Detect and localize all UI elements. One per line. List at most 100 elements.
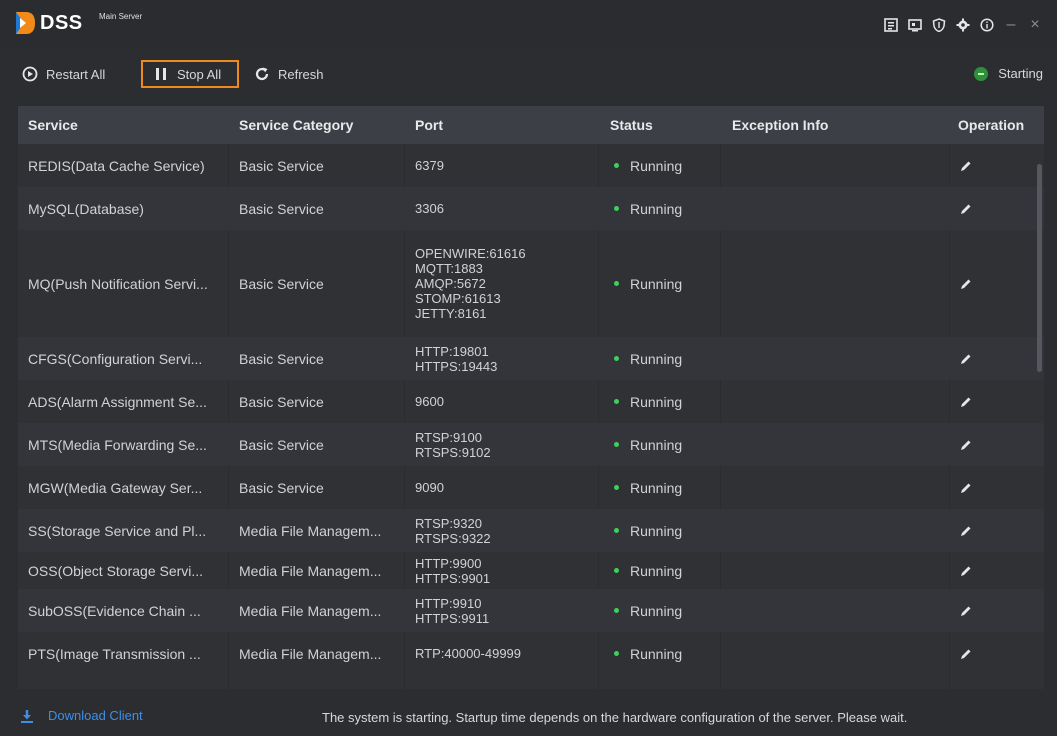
status-cell: Running bbox=[610, 423, 720, 466]
operation-cell bbox=[960, 589, 1020, 632]
stop-all-button[interactable]: Stop All bbox=[141, 60, 239, 88]
running-status-dot-icon bbox=[614, 485, 619, 490]
service-name-cell: MySQL(Database) bbox=[28, 200, 144, 217]
log-icon[interactable] bbox=[879, 14, 903, 36]
table-row[interactable]: MTS(Media Forwarding Se... Basic Service R… bbox=[18, 423, 1044, 466]
service-name-cell: SubOSS(Evidence Chain ... bbox=[28, 602, 201, 619]
status-label: Running bbox=[630, 157, 683, 174]
port-cell: 9600 bbox=[415, 380, 595, 423]
edit-icon[interactable] bbox=[960, 648, 972, 660]
table-row[interactable]: MGW(Media Gateway Ser... Basic Service 909… bbox=[18, 466, 1044, 509]
port-value: 9600 bbox=[415, 394, 444, 409]
table-row[interactable]: SubOSS(Evidence Chain ... Media File Mana… bbox=[18, 589, 1044, 632]
edit-icon[interactable] bbox=[960, 203, 972, 215]
table-row[interactable]: OSS(Object Storage Servi... Media File Ma… bbox=[18, 552, 1044, 589]
status-label: Running bbox=[630, 479, 683, 496]
status-label: Running bbox=[630, 350, 683, 367]
refresh-button[interactable]: Refresh bbox=[254, 60, 324, 88]
running-status-dot-icon bbox=[614, 163, 619, 168]
edit-icon[interactable] bbox=[960, 353, 972, 365]
download-client-link[interactable]: Download Client bbox=[20, 708, 143, 723]
running-status-dot-icon bbox=[614, 356, 619, 361]
exception-info-cell bbox=[732, 187, 942, 230]
table-row[interactable]: REDIS(Data Cache Service) Basic Service 63… bbox=[18, 144, 1044, 187]
table-row[interactable]: PTS(Image Transmission ... Media File Man… bbox=[18, 632, 1044, 675]
edit-icon[interactable] bbox=[960, 439, 972, 451]
operation-cell bbox=[960, 423, 1020, 466]
close-icon[interactable]: × bbox=[1023, 14, 1047, 36]
status-label: Running bbox=[630, 522, 683, 539]
table-row[interactable]: CFGS(Configuration Servi... Basic Service… bbox=[18, 337, 1044, 380]
column-header-service[interactable]: Service bbox=[28, 106, 78, 144]
exception-info-cell bbox=[732, 632, 942, 675]
port-value: HTTPS:9901 bbox=[415, 570, 491, 586]
port-cell: RTSP:9100 RTSPS:9102 bbox=[415, 423, 595, 466]
exception-info-cell bbox=[732, 380, 942, 423]
column-header-port[interactable]: Port bbox=[415, 106, 443, 144]
gear-icon[interactable] bbox=[951, 14, 975, 36]
restart-all-label: Restart All bbox=[46, 66, 106, 82]
status-label: Running bbox=[630, 645, 683, 662]
port-value: 9090 bbox=[415, 480, 444, 495]
service-name-cell: REDIS(Data Cache Service) bbox=[28, 157, 205, 174]
monitor-icon[interactable] bbox=[903, 14, 927, 36]
column-header-operation[interactable]: Operation bbox=[958, 106, 1024, 144]
port-value: OPENWIRE:61616 bbox=[415, 246, 526, 261]
service-name-cell: MQ(Push Notification Servi... bbox=[28, 275, 208, 292]
edit-icon[interactable] bbox=[960, 565, 972, 577]
table-row[interactable]: MQ(Push Notification Servi... Basic Servi… bbox=[18, 230, 1044, 337]
dss-logo-icon bbox=[16, 12, 35, 34]
service-category-cell: Basic Service bbox=[239, 479, 324, 496]
download-client-label: Download Client bbox=[48, 708, 143, 723]
exception-info-cell bbox=[732, 423, 942, 466]
status-label: Running bbox=[630, 562, 683, 579]
running-status-dot-icon bbox=[614, 568, 619, 573]
table-row[interactable]: SS(Storage Service and Pl... Media File M… bbox=[18, 509, 1044, 552]
port-value: RTSP:9100 bbox=[415, 429, 482, 445]
starting-status-icon bbox=[974, 66, 989, 81]
service-category-cell: Basic Service bbox=[239, 275, 324, 292]
toolbar: Restart All Stop All Refresh Starting bbox=[0, 56, 1057, 96]
port-value: 6379 bbox=[415, 158, 444, 173]
restart-all-button[interactable]: Restart All bbox=[22, 60, 105, 88]
status-cell: Running bbox=[610, 509, 720, 552]
column-header-category[interactable]: Service Category bbox=[239, 106, 353, 144]
port-value: RTSPS:9322 bbox=[415, 530, 491, 546]
status-cell: Running bbox=[610, 230, 720, 337]
table-scrollbar[interactable] bbox=[1037, 164, 1042, 372]
running-status-dot-icon bbox=[614, 608, 619, 613]
port-value: RTP:40000-49999 bbox=[415, 646, 522, 661]
edit-icon[interactable] bbox=[960, 278, 972, 290]
port-value: STOMP:61613 bbox=[415, 291, 501, 306]
edit-icon[interactable] bbox=[960, 160, 972, 172]
port-cell: RTP:40000-49999 bbox=[415, 632, 595, 675]
status-cell: Running bbox=[610, 552, 720, 589]
port-cell: HTTP:9900 HTTPS:9901 bbox=[415, 552, 595, 589]
operation-cell bbox=[960, 187, 1020, 230]
table-row[interactable]: ADS(Alarm Assignment Se... Basic Service 9… bbox=[18, 380, 1044, 423]
running-status-dot-icon bbox=[614, 651, 619, 656]
port-value: 3306 bbox=[415, 201, 444, 216]
edit-icon[interactable] bbox=[960, 525, 972, 537]
table-row[interactable]: MySQL(Database) Basic Service 3306 Running bbox=[18, 187, 1044, 230]
status-cell: Running bbox=[610, 380, 720, 423]
table-header: Service Service Category Port Status Exc… bbox=[18, 106, 1044, 144]
column-header-exception[interactable]: Exception Info bbox=[732, 106, 828, 144]
operation-cell bbox=[960, 144, 1020, 187]
footer: Download Client The system is starting. … bbox=[0, 704, 1057, 732]
edit-icon[interactable] bbox=[960, 605, 972, 617]
column-header-status[interactable]: Status bbox=[610, 106, 653, 144]
port-value: MQTT:1883 bbox=[415, 261, 483, 276]
exception-info-cell bbox=[732, 589, 942, 632]
shield-icon[interactable] bbox=[927, 14, 951, 36]
edit-icon[interactable] bbox=[960, 396, 972, 408]
service-name-cell: ADS(Alarm Assignment Se... bbox=[28, 393, 207, 410]
status-cell: Running bbox=[610, 337, 720, 380]
minimize-icon[interactable]: – bbox=[999, 14, 1023, 36]
info-icon[interactable] bbox=[975, 14, 999, 36]
service-category-cell: Basic Service bbox=[239, 350, 324, 367]
service-category-cell: Basic Service bbox=[239, 200, 324, 217]
refresh-label: Refresh bbox=[278, 66, 324, 82]
operation-cell bbox=[960, 632, 1020, 675]
edit-icon[interactable] bbox=[960, 482, 972, 494]
